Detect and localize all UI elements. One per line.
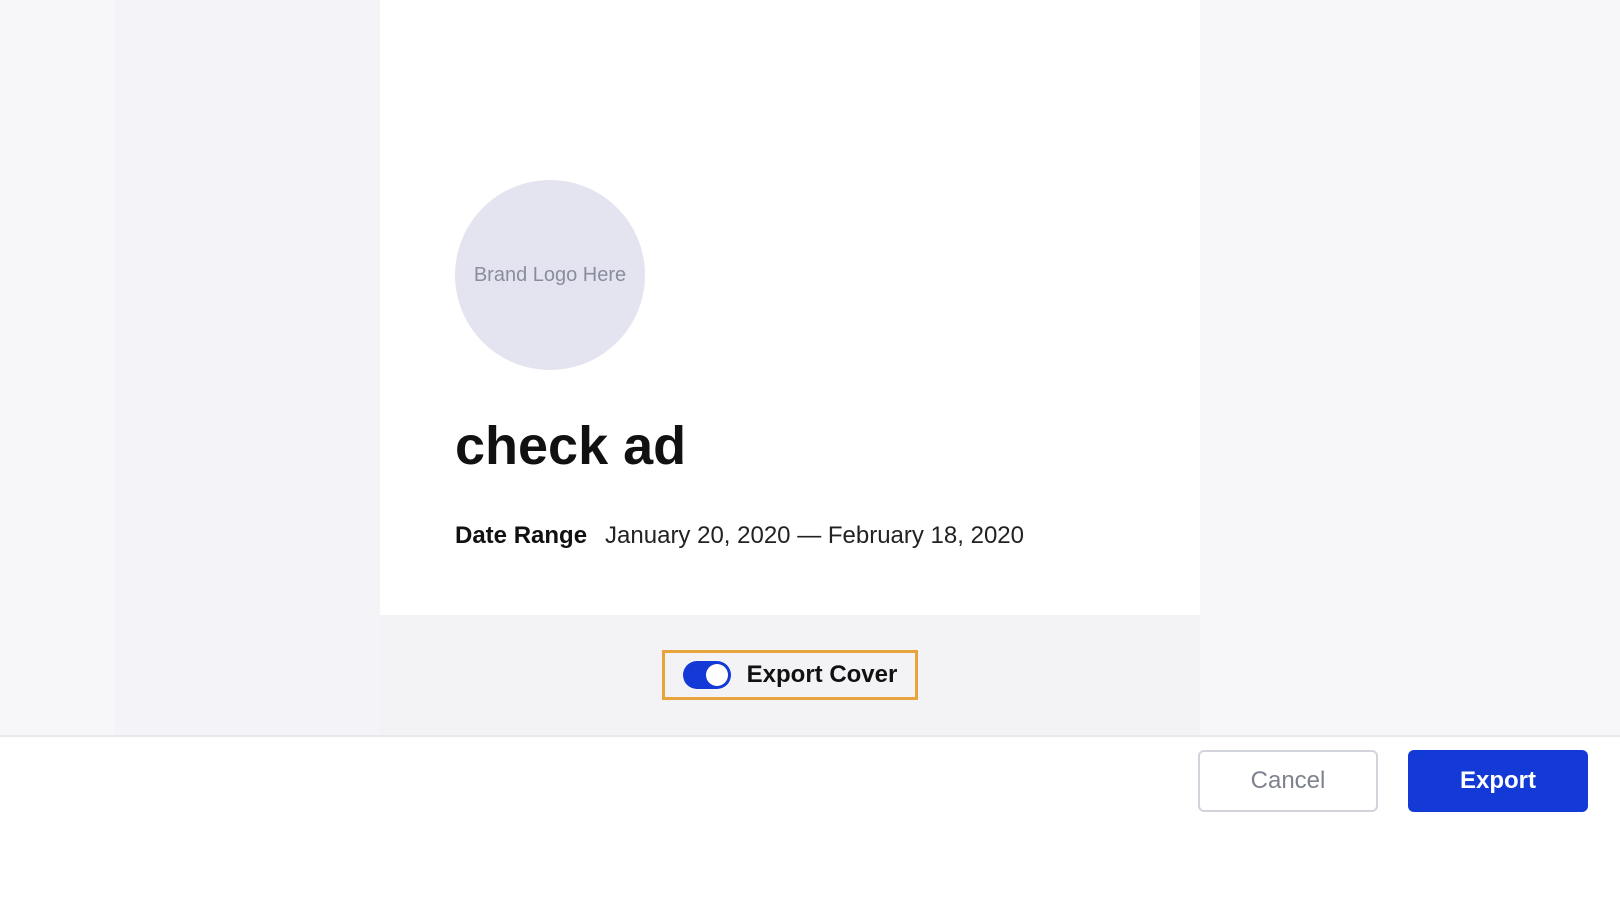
brand-logo-text: Brand Logo Here — [474, 264, 626, 287]
brand-logo-placeholder: Brand Logo Here — [455, 180, 645, 370]
footer-bar: Cancel Export — [0, 735, 1620, 912]
report-title: check ad — [455, 415, 1125, 477]
left-panel — [115, 0, 380, 735]
export-button[interactable]: Export — [1408, 750, 1588, 812]
right-panel — [1200, 0, 1465, 735]
toggle-knob — [706, 664, 728, 686]
date-range-value: January 20, 2020 — February 18, 2020 — [605, 522, 1024, 550]
cancel-button[interactable]: Cancel — [1198, 750, 1378, 812]
date-range-label: Date Range — [455, 522, 587, 550]
date-range-row: Date Range January 20, 2020 — February 1… — [455, 522, 1125, 550]
modal-body: Brand Logo Here check ad Date Range Janu… — [0, 0, 1620, 735]
export-cover-highlight: Export Cover — [662, 650, 919, 700]
toggle-bar: Export Cover — [380, 615, 1200, 735]
export-cover-label: Export Cover — [747, 661, 898, 689]
cover-preview: Brand Logo Here check ad Date Range Janu… — [380, 0, 1200, 615]
export-cover-toggle[interactable] — [683, 661, 731, 689]
